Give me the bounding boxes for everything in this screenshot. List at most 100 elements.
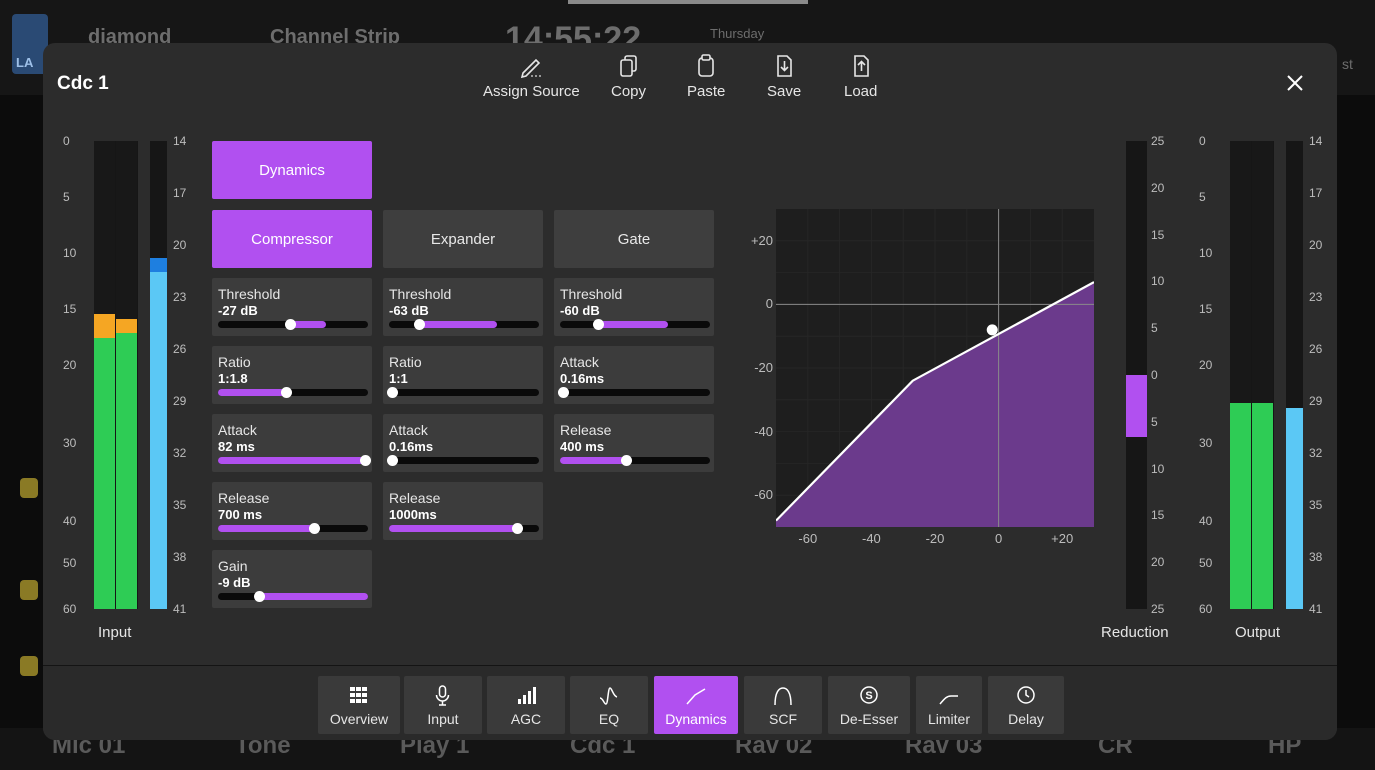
level-fill [1252,403,1273,609]
scale-tick-label: 25 [1151,602,1165,616]
tab-dynamics[interactable]: Dynamics [654,676,738,734]
parameter-value: 700 ms [218,507,263,522]
parameter-slider[interactable] [387,455,539,466]
slider-knob[interactable] [387,387,398,398]
slider-knob[interactable] [592,319,604,330]
tab-label: De-Esser [839,711,899,727]
parameter-slider[interactable] [389,523,539,534]
expander-threshold-control[interactable]: Threshold -63 dB [383,278,543,336]
dynamics-enable-button[interactable]: Dynamics [212,141,372,199]
load-button[interactable]: Load [844,53,877,100]
scale-tick-label: 0 [63,134,70,148]
compressor-threshold-control[interactable]: Threshold -27 dB [212,278,372,336]
parameter-slider[interactable] [558,387,710,398]
x-axis-label: -60 [798,531,818,546]
slider-knob[interactable] [621,455,632,466]
compressor-gain-control[interactable]: Gain -9 dB [212,550,372,608]
level-bar [1252,141,1273,609]
slider-knob[interactable] [309,523,320,534]
bg-button [20,656,38,676]
logo-text: LA [16,55,34,70]
load-icon [853,55,869,77]
compressor-attack-control[interactable]: Attack 82 ms [212,414,372,472]
slider-knob[interactable] [280,387,292,398]
level-scale: 0 5 10 15 20 30 40 50 60 [57,134,87,616]
paste-button[interactable]: Paste [687,53,725,100]
transfer-curve-graph[interactable] [775,209,1095,527]
parameter-value: 1000ms [389,507,437,522]
scale-tick-label: 15 [63,302,77,316]
slider-knob[interactable] [558,387,569,398]
slider-fill [258,593,368,600]
slider-knob[interactable] [360,455,371,466]
level-bar [94,141,115,609]
parameter-slider[interactable] [218,387,368,398]
scale-tick-label: 35 [173,498,187,512]
parameter-slider[interactable] [218,455,371,466]
level-bar [116,141,137,609]
copy-button[interactable]: Copy [611,53,646,100]
tab-input[interactable]: Input [404,676,482,734]
parameter-slider[interactable] [218,591,368,602]
slider-knob[interactable] [253,591,265,602]
paste-label: Paste [687,83,726,100]
parameter-slider[interactable] [560,455,710,466]
slider-knob[interactable] [511,523,523,534]
scale-tick-label: 17 [1309,186,1323,200]
threshold-handle [986,324,998,336]
compressor-label: Compressor [251,230,333,248]
tab-scf[interactable]: SCF [744,676,822,734]
expander-release-control[interactable]: Release 1000ms [383,482,543,540]
dynamics-label: Dynamics [259,161,325,179]
parameter-name: Attack [389,422,428,438]
parameter-slider[interactable] [218,523,368,534]
reduction-fill [1126,375,1147,437]
save-button[interactable]: Save [767,53,801,100]
gate-release-control[interactable]: Release 400 ms [554,414,714,472]
slider-knob[interactable] [285,319,296,330]
tab-de-esser[interactable]: S De-Esser [828,676,910,734]
scale-tick-label: 60 [63,602,77,616]
compressor-ratio-control[interactable]: Ratio 1:1.8 [212,346,372,404]
tab-overview[interactable]: Overview [318,676,400,734]
scale-tick-label: 14 [173,134,187,148]
scale-tick-label: 10 [1199,246,1213,260]
expander-ratio-control[interactable]: Ratio 1:1 [383,346,543,404]
parameter-slider[interactable] [218,319,368,330]
loudness-fill [150,272,167,609]
parameter-slider[interactable] [560,319,710,330]
gate-attack-control[interactable]: Attack 0.16ms [554,346,714,404]
day-label: Thursday [710,26,765,41]
limiter-icon [939,695,958,705]
header-fragment: st [1342,56,1353,72]
parameter-slider[interactable] [387,387,539,398]
loudness-bar [1286,141,1303,609]
tab-eq[interactable]: EQ [570,676,648,734]
level-peak-fill [116,318,137,333]
reduction-meter-label: Reduction [1101,624,1169,641]
level-peak-fill [94,314,115,338]
tab-limiter[interactable]: Limiter [916,676,982,734]
assign-source-button[interactable]: Assign Source [483,53,580,100]
expander-attack-control[interactable]: Attack 0.16ms [383,414,543,472]
gate-button[interactable]: Gate [554,210,714,268]
tab-agc[interactable]: AGC [487,676,565,734]
expander-button[interactable]: Expander [383,210,543,268]
scale-tick-label: 23 [1309,290,1323,304]
tab-delay[interactable]: Delay [988,676,1064,734]
close-button[interactable] [1281,69,1309,97]
compressor-release-control[interactable]: Release 700 ms [212,482,372,540]
scale-tick-label: 10 [63,246,77,260]
input-meter-label: Input [98,624,132,641]
parameter-name: Threshold [560,286,623,302]
loudness-peak-fill [150,258,167,273]
gate-threshold-control[interactable]: Threshold -60 dB [554,278,714,336]
scale-tick-label: 50 [1199,556,1213,570]
compressor-button[interactable]: Compressor [212,210,372,268]
slider-knob[interactable] [414,319,425,330]
slider-knob[interactable] [387,455,398,466]
clock-icon [1017,686,1035,704]
scale-tick-label: 38 [173,550,187,564]
scale-tick-label: 20 [173,238,187,252]
parameter-slider[interactable] [389,319,539,330]
